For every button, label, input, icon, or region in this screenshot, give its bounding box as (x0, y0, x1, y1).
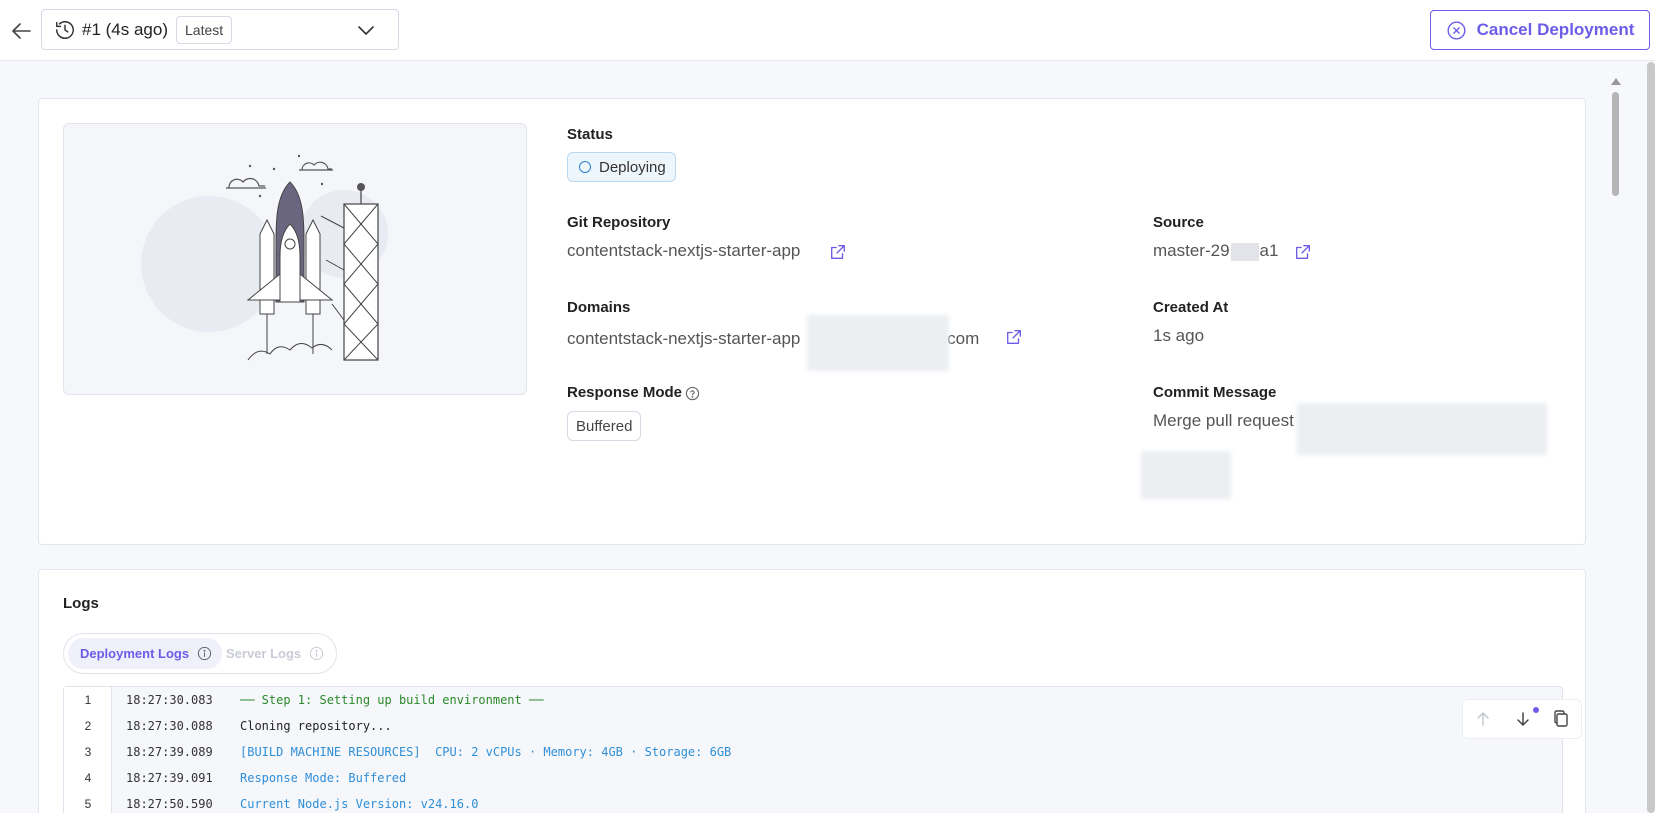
cancel-circle-icon (1447, 20, 1466, 40)
tab-deployment-logs-label: Deployment Logs (80, 646, 190, 661)
log-message: [BUILD MACHINE RESOURCES] CPU: 2 vCPUs ·… (240, 745, 732, 759)
domain-prefix: contentstack-nextjs-starter-app (567, 329, 801, 348)
log-tabs: Deployment Logs Server Logs (63, 633, 337, 674)
scroll-up-arrow[interactable] (1611, 78, 1621, 85)
cancel-deployment-button[interactable]: Cancel Deployment (1430, 10, 1650, 50)
source-suffix: a1 (1259, 241, 1279, 260)
page-scrollbar[interactable] (1647, 62, 1655, 813)
scrollbar-thumb[interactable] (1612, 92, 1619, 196)
redacted-domain (807, 315, 949, 371)
top-bar: #1 (4s ago) Latest Cancel Deployment (0, 0, 1655, 61)
status-badge: Deploying (567, 152, 676, 182)
line-number: 1 (84, 693, 92, 707)
tab-server-logs[interactable]: Server Logs (214, 638, 334, 669)
git-repository-label: Git Repository (567, 214, 671, 231)
latest-badge: Latest (176, 15, 233, 44)
log-line: 4 18:27:39.091 Response Mode: Buffered (64, 765, 407, 791)
status-label: Status (567, 126, 613, 143)
rocket-illustration (63, 123, 527, 395)
cancel-deployment-label: Cancel Deployment (1476, 20, 1635, 39)
deployment-label: #1 (4s ago) (82, 19, 168, 39)
external-link-icon[interactable] (1294, 243, 1312, 261)
response-mode-label: Response Mode (567, 384, 683, 401)
log-message: ── Step 1: Setting up build environment … (240, 693, 544, 707)
line-number: 4 (84, 771, 92, 785)
copy-icon[interactable] (1551, 709, 1571, 729)
log-line: 3 18:27:39.089 [BUILD MACHINE RESOURCES] C… (64, 739, 732, 765)
redacted-commit-message (1297, 403, 1547, 455)
domains-label: Domains (567, 299, 631, 316)
git-repository-value: contentstack-nextjs-starter-app (567, 241, 801, 260)
log-timestamp: 18:27:30.083 (126, 693, 213, 707)
log-timestamp: 18:27:39.091 (126, 771, 213, 785)
log-viewer[interactable]: 1 18:27:30.083 ── Step 1: Setting up build… (63, 686, 1582, 813)
source-value: master-29 a1 (1153, 241, 1278, 261)
status-dot-icon (579, 161, 591, 173)
tab-deployment-logs[interactable]: Deployment Logs (68, 638, 223, 669)
response-mode-value: Buffered (576, 417, 633, 435)
log-line: 5 18:27:50.590 Current Node.js Version: v2… (64, 791, 479, 813)
redacted-block (1230, 242, 1259, 261)
source-prefix: master-29 (1153, 241, 1230, 260)
new-logs-dot (1533, 707, 1539, 713)
log-line: 2 18:27:30.088 Cloning repository... (64, 713, 392, 739)
log-timestamp: 18:27:39.089 (126, 745, 213, 759)
back-arrow-icon[interactable] (10, 19, 34, 43)
log-timestamp: 18:27:30.088 (126, 719, 213, 733)
line-number: 5 (84, 797, 92, 811)
arrow-up-icon[interactable] (1473, 709, 1493, 729)
logs-card: Logs Deployment Logs Server Logs 1 18:27:… (38, 569, 1586, 813)
help-circle-icon[interactable] (685, 386, 700, 401)
log-timestamp: 18:27:50.590 (126, 797, 213, 811)
log-line: 1 18:27:30.083 ── Step 1: Setting up build… (64, 687, 544, 713)
line-number: 3 (84, 745, 92, 759)
commit-message-value: Merge pull request (1153, 411, 1294, 430)
commit-message-label: Commit Message (1153, 384, 1277, 401)
created-at-label: Created At (1153, 299, 1229, 316)
external-link-icon[interactable] (829, 243, 847, 261)
external-link-icon[interactable] (1005, 328, 1023, 346)
log-toolbar (1462, 699, 1582, 739)
chevron-down-icon (358, 26, 374, 35)
deployment-selector[interactable]: #1 (4s ago) Latest (41, 9, 399, 50)
redacted-commit-message-2 (1141, 451, 1231, 499)
arrow-down-icon[interactable] (1513, 709, 1533, 729)
created-at-value: 1s ago (1153, 326, 1205, 345)
deployment-details-card: Status Deploying Git Repository contents… (38, 98, 1586, 545)
history-icon (56, 20, 74, 39)
logs-title: Logs (63, 595, 99, 612)
rocket-launch-icon (141, 154, 388, 361)
response-mode-badge: Buffered (567, 411, 642, 441)
source-label: Source (1153, 214, 1204, 231)
info-icon (310, 646, 324, 661)
log-message: Response Mode: Buffered (240, 771, 407, 785)
info-icon (197, 646, 212, 661)
tab-server-logs-label: Server Logs (226, 646, 302, 661)
log-message: Current Node.js Version: v24.16.0 (240, 797, 479, 811)
status-value: Deploying (599, 158, 666, 176)
log-message: Cloning repository... (240, 719, 392, 733)
line-number: 2 (84, 719, 92, 733)
